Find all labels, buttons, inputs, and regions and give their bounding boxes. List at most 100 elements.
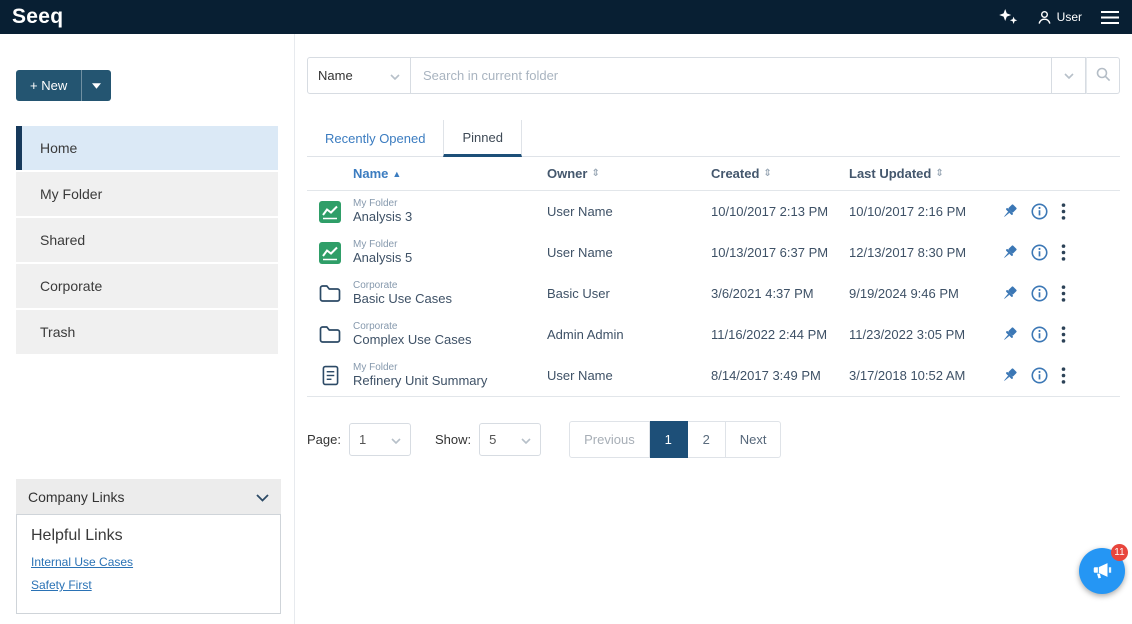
company-links-header[interactable]: Company Links bbox=[16, 479, 281, 514]
chevron-down-icon bbox=[256, 489, 269, 505]
sidebar-item-home[interactable]: Home bbox=[16, 126, 278, 170]
search-bar: Name bbox=[307, 57, 1120, 94]
content-tabs: Recently Opened Pinned bbox=[307, 120, 1120, 157]
table-row[interactable]: Corporate Basic Use Cases Basic User 3/6… bbox=[307, 273, 1120, 314]
sort-icon: ⇕ bbox=[935, 168, 943, 179]
item-updated: 3/17/2018 10:52 AM bbox=[849, 368, 991, 383]
new-button[interactable]: + New bbox=[16, 70, 81, 101]
link-safety-first[interactable]: Safety First bbox=[31, 578, 266, 592]
tab-recently-opened[interactable]: Recently Opened bbox=[307, 120, 443, 157]
previous-page-button[interactable]: Previous bbox=[569, 421, 650, 458]
item-created: 10/10/2017 2:13 PM bbox=[711, 204, 849, 219]
pin-icon[interactable] bbox=[1001, 326, 1018, 343]
item-name[interactable]: Refinery Unit Summary bbox=[353, 374, 547, 389]
column-header-last-updated[interactable]: Last Updated ⇕ bbox=[849, 166, 991, 181]
item-name-cell[interactable]: Corporate Basic Use Cases bbox=[353, 280, 547, 306]
sort-ascending-icon: ▲ bbox=[392, 169, 401, 179]
kebab-menu-icon[interactable] bbox=[1061, 244, 1066, 261]
topic-document-icon bbox=[307, 365, 353, 386]
pin-icon[interactable] bbox=[1001, 285, 1018, 302]
info-icon[interactable] bbox=[1031, 244, 1048, 261]
chevron-down-icon bbox=[391, 432, 401, 447]
new-dropdown-button[interactable] bbox=[81, 70, 111, 101]
hamburger-menu-icon[interactable] bbox=[1100, 10, 1120, 25]
chevron-down-icon bbox=[521, 432, 531, 447]
sidebar-item-shared[interactable]: Shared bbox=[16, 218, 278, 262]
column-header-owner[interactable]: Owner ⇕ bbox=[547, 166, 711, 181]
page-label: Page: bbox=[307, 432, 341, 447]
pin-icon[interactable] bbox=[1001, 203, 1018, 220]
column-header-created[interactable]: Created ⇕ bbox=[711, 166, 849, 181]
sidebar-item-label: Trash bbox=[40, 324, 75, 340]
seeq-logo[interactable]: Seeq bbox=[12, 5, 63, 29]
sidebar-item-trash[interactable]: Trash bbox=[16, 310, 278, 354]
sidebar-item-label: Shared bbox=[40, 232, 85, 248]
search-input[interactable] bbox=[411, 57, 1052, 94]
ai-sparkle-icon[interactable] bbox=[998, 8, 1019, 26]
item-created: 3/6/2021 4:37 PM bbox=[711, 286, 849, 301]
tab-pinned[interactable]: Pinned bbox=[443, 120, 521, 157]
column-header-name[interactable]: Name ▲ bbox=[353, 166, 547, 181]
item-name-cell[interactable]: My Folder Refinery Unit Summary bbox=[353, 362, 547, 388]
announcements-button[interactable]: 11 bbox=[1079, 548, 1125, 594]
page-size-select[interactable]: 5 bbox=[479, 423, 541, 456]
item-name[interactable]: Analysis 3 bbox=[353, 210, 547, 225]
kebab-menu-icon[interactable] bbox=[1061, 367, 1066, 384]
page-2-button[interactable]: 2 bbox=[688, 421, 726, 458]
search-icon bbox=[1096, 67, 1111, 85]
row-actions bbox=[991, 285, 1120, 302]
analysis-icon bbox=[307, 242, 353, 264]
pin-icon[interactable] bbox=[1001, 244, 1018, 261]
user-menu[interactable]: User bbox=[1037, 10, 1082, 25]
search-options-dropdown-button[interactable] bbox=[1052, 57, 1086, 94]
info-icon[interactable] bbox=[1031, 285, 1048, 302]
sidebar-item-corporate[interactable]: Corporate bbox=[16, 264, 278, 308]
item-name[interactable]: Complex Use Cases bbox=[353, 333, 547, 348]
item-name[interactable]: Analysis 5 bbox=[353, 251, 547, 266]
item-name-cell[interactable]: My Folder Analysis 3 bbox=[353, 198, 547, 224]
info-icon[interactable] bbox=[1031, 326, 1048, 343]
item-created: 8/14/2017 3:49 PM bbox=[711, 368, 849, 383]
helpful-links-box: Helpful Links Internal Use Cases Safety … bbox=[16, 514, 281, 614]
table-row[interactable]: My Folder Analysis 3 User Name 10/10/201… bbox=[307, 191, 1120, 232]
item-updated: 10/10/2017 2:16 PM bbox=[849, 204, 991, 219]
kebab-menu-icon[interactable] bbox=[1061, 203, 1066, 220]
page-select[interactable]: 1 bbox=[349, 423, 411, 456]
item-owner: User Name bbox=[547, 204, 711, 219]
item-name[interactable]: Basic Use Cases bbox=[353, 292, 547, 307]
kebab-menu-icon[interactable] bbox=[1061, 285, 1066, 302]
search-submit-button[interactable] bbox=[1086, 57, 1120, 94]
item-name-cell[interactable]: My Folder Analysis 5 bbox=[353, 239, 547, 265]
page-1-button[interactable]: 1 bbox=[650, 421, 688, 458]
pager-buttons: Previous 1 2 Next bbox=[569, 421, 781, 458]
chevron-down-icon bbox=[390, 68, 400, 83]
table-body: My Folder Analysis 3 User Name 10/10/201… bbox=[307, 191, 1120, 397]
company-links-title: Company Links bbox=[28, 489, 125, 505]
page-size-value: 5 bbox=[489, 432, 496, 447]
table-row[interactable]: Corporate Complex Use Cases Admin Admin … bbox=[307, 314, 1120, 355]
user-label: User bbox=[1057, 10, 1082, 24]
table-row[interactable]: My Folder Analysis 5 User Name 10/13/201… bbox=[307, 232, 1120, 273]
pin-icon[interactable] bbox=[1001, 367, 1018, 384]
item-owner: Basic User bbox=[547, 286, 711, 301]
sidebar: + New Home My Folder Shared Corporate Tr… bbox=[0, 34, 295, 624]
item-owner: User Name bbox=[547, 245, 711, 260]
item-owner: User Name bbox=[547, 368, 711, 383]
item-name-cell[interactable]: Corporate Complex Use Cases bbox=[353, 321, 547, 347]
link-internal-use-cases[interactable]: Internal Use Cases bbox=[31, 555, 266, 569]
item-updated: 9/19/2024 9:46 PM bbox=[849, 286, 991, 301]
kebab-menu-icon[interactable] bbox=[1061, 326, 1066, 343]
folder-icon bbox=[307, 284, 353, 303]
company-links-section: Company Links Helpful Links Internal Use… bbox=[16, 479, 281, 614]
info-icon[interactable] bbox=[1031, 367, 1048, 384]
sort-icon: ⇕ bbox=[591, 168, 599, 179]
page-select-value: 1 bbox=[359, 432, 366, 447]
next-page-button[interactable]: Next bbox=[726, 421, 782, 458]
sidebar-item-my-folder[interactable]: My Folder bbox=[16, 172, 278, 216]
table-row[interactable]: My Folder Refinery Unit Summary User Nam… bbox=[307, 355, 1120, 396]
search-field-value: Name bbox=[318, 68, 353, 83]
megaphone-icon bbox=[1091, 559, 1113, 584]
main-content: Name Recently Opened Pinned bbox=[295, 34, 1132, 624]
info-icon[interactable] bbox=[1031, 203, 1048, 220]
search-field-select[interactable]: Name bbox=[307, 57, 411, 94]
